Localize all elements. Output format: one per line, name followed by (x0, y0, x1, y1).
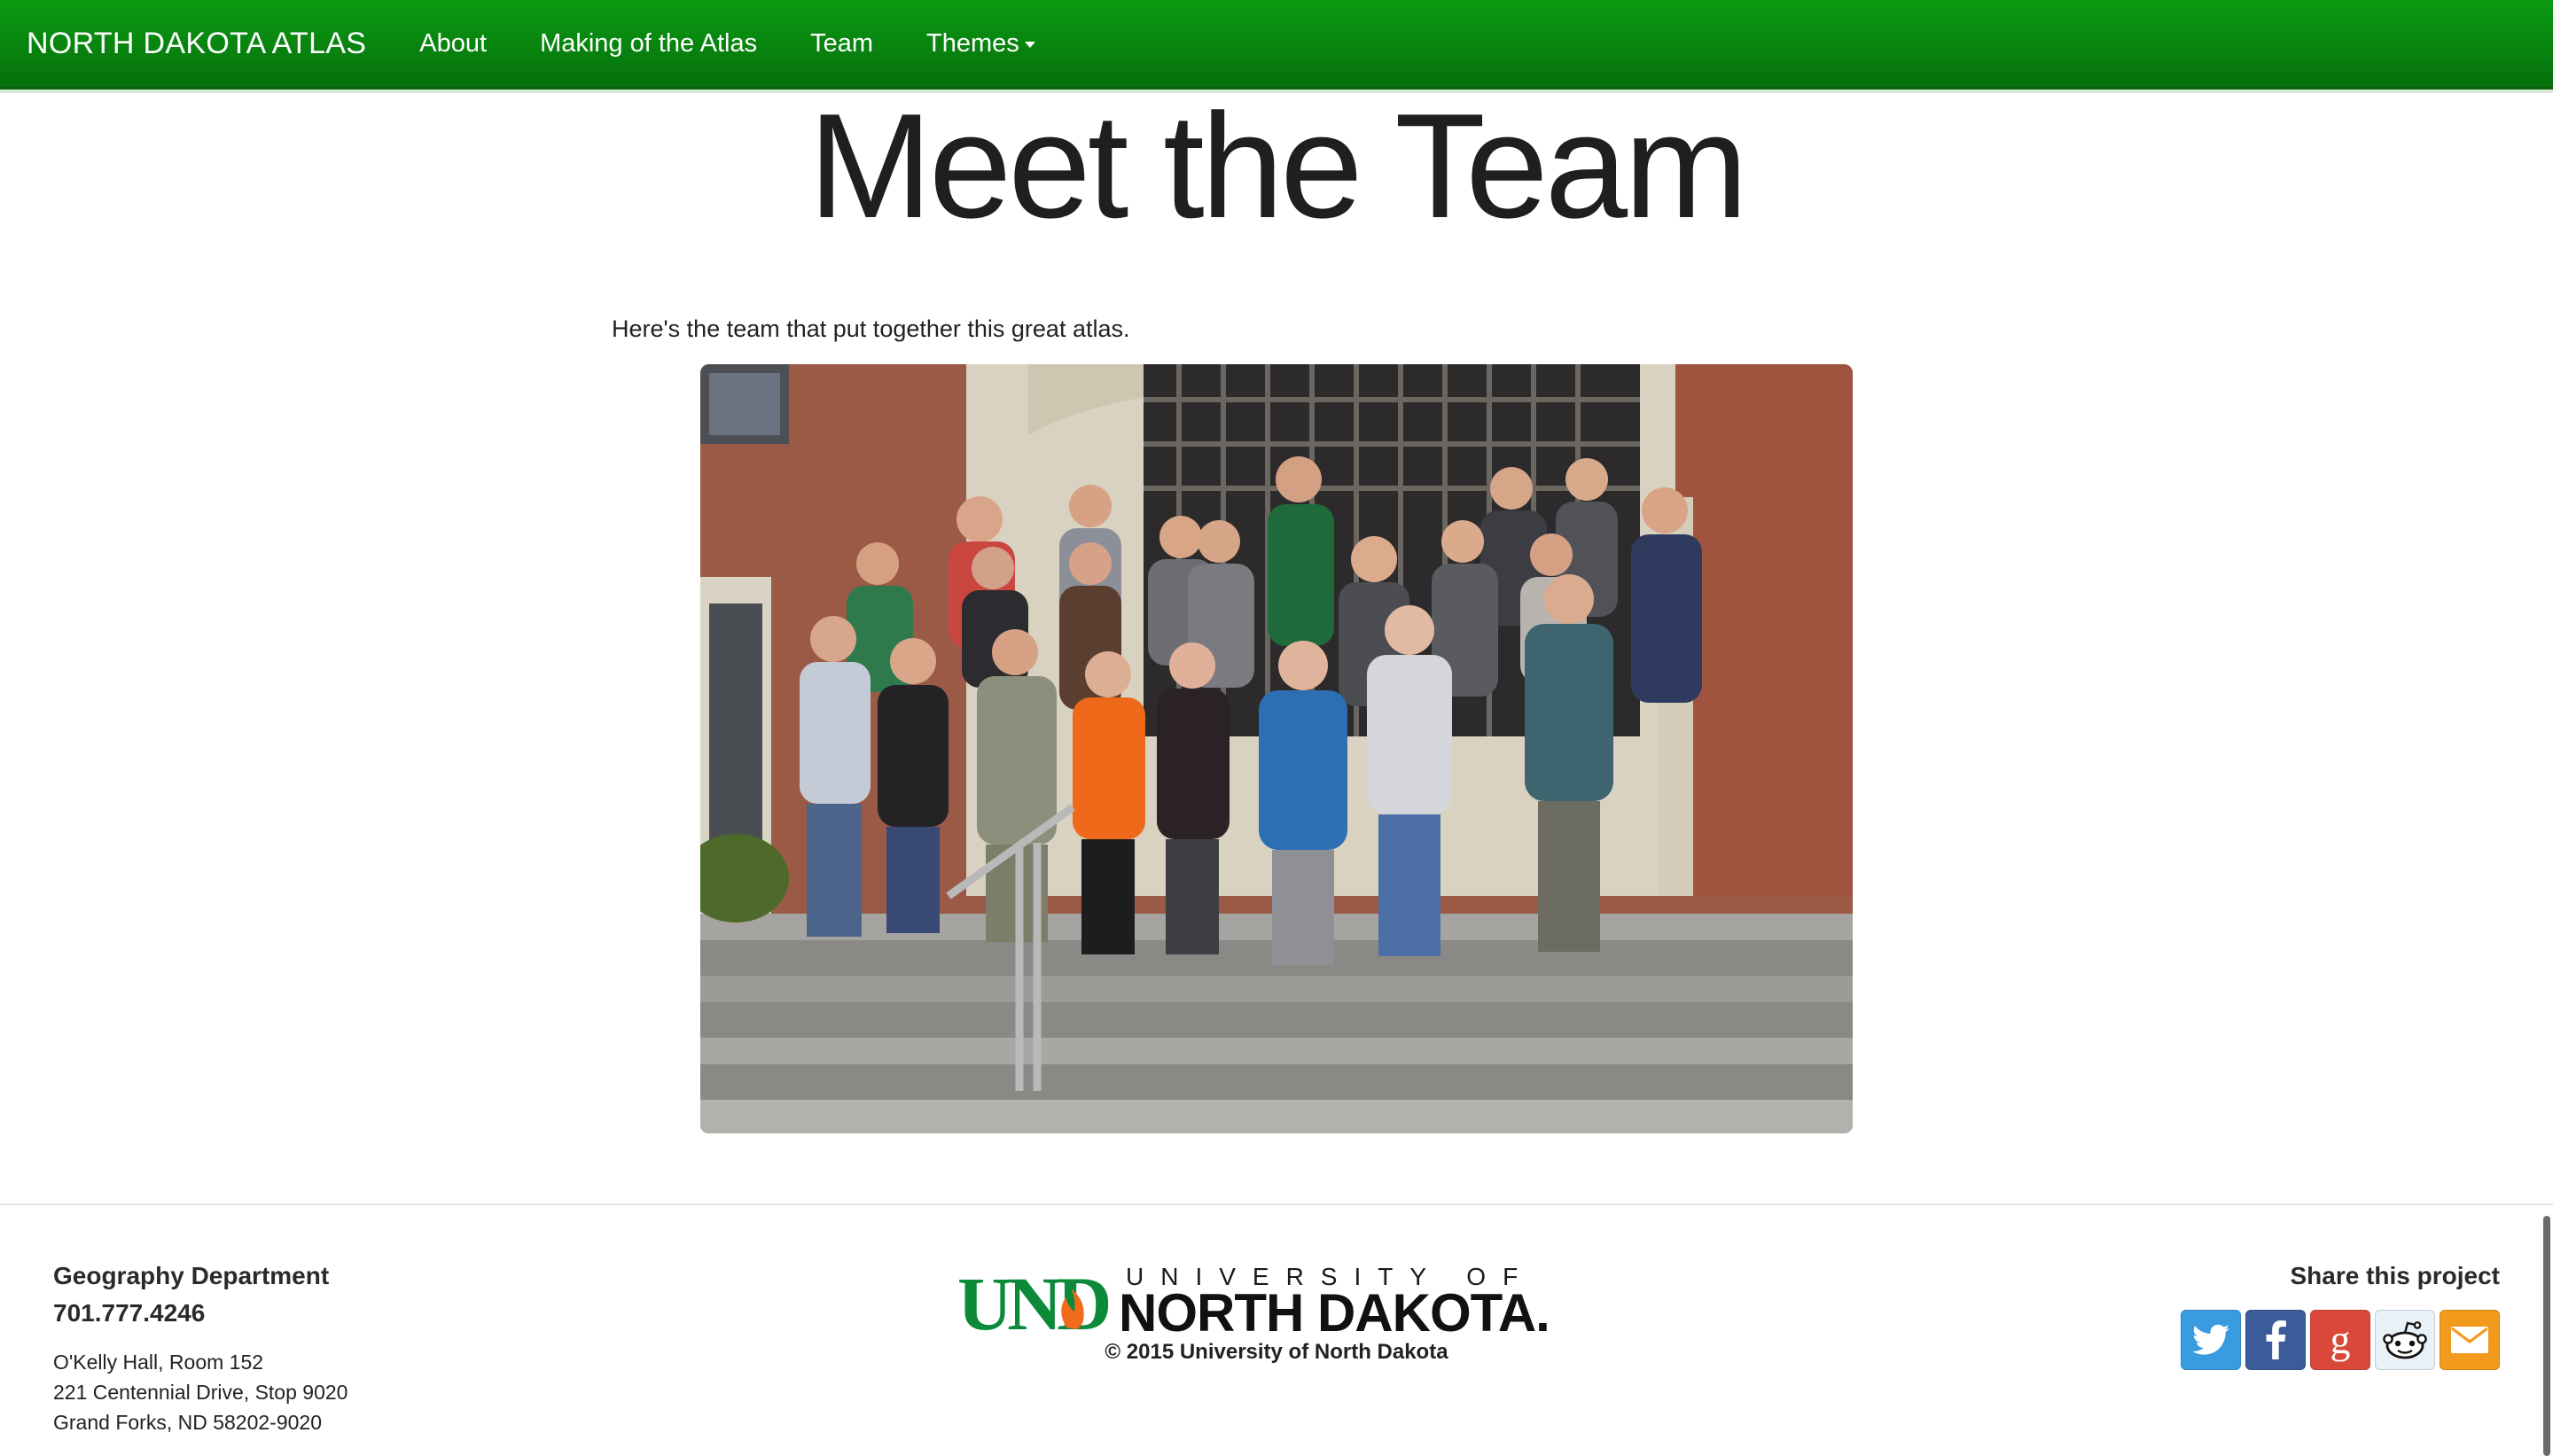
address-line: 221 Centennial Drive, Stop 9020 (53, 1381, 348, 1404)
nav-making-of-atlas[interactable]: Making of the Atlas (540, 29, 757, 58)
share-block: Share this project g (2181, 1262, 2500, 1370)
email-share-button[interactable] (2440, 1310, 2500, 1370)
navbar: NORTH DAKOTA ATLAS About Making of the A… (0, 0, 2553, 90)
svg-text:NORTH DAKOTA.: NORTH DAKOTA. (1119, 1283, 1550, 1338)
twitter-icon (2192, 1324, 2229, 1355)
scrollbar-thumb[interactable] (2543, 1216, 2550, 1456)
footer-logo-block: UND UNIVERSITY OF NORTH DAKOTA. © 2015 U… (957, 1258, 1596, 1365)
caret-down-icon (1024, 41, 1035, 48)
nav-themes-label: Themes (926, 28, 1019, 58)
email-icon (2451, 1327, 2488, 1353)
nav-about-label: About (419, 28, 488, 58)
nav-about[interactable]: About (419, 29, 487, 58)
brand-link[interactable]: NORTH DAKOTA ATLAS (27, 27, 366, 61)
intro-text: Here's the team that put together this g… (612, 315, 1130, 342)
address-line: O'Kelly Hall, Room 152 (53, 1351, 264, 1374)
und-logo[interactable]: UND UNIVERSITY OF NORTH DAKOTA. (957, 1258, 1596, 1338)
nav-team-label: Team (810, 28, 874, 58)
reddit-share-button[interactable] (2375, 1310, 2435, 1370)
copyright-text: © 2015 University of North Dakota (1105, 1340, 1448, 1364)
team-photo (700, 364, 1853, 1133)
department-phone: 701.777.4246 (53, 1299, 206, 1327)
department-name: Geography Department (53, 1262, 330, 1289)
svg-text:UND: UND (957, 1261, 1108, 1338)
facebook-share-button[interactable] (2245, 1310, 2306, 1370)
page-title-text: Meet the Team (808, 82, 1748, 249)
nav-making-label: Making of the Atlas (540, 28, 758, 58)
footer-divider (0, 1203, 2553, 1205)
nav-team[interactable]: Team (810, 29, 873, 58)
reddit-icon (2383, 1321, 2427, 1359)
share-title: Share this project (2290, 1262, 2500, 1289)
nav-themes-dropdown[interactable]: Themes (926, 29, 1035, 58)
google-plus-icon: g (2330, 1317, 2351, 1362)
google-plus-share-button[interactable]: g (2310, 1310, 2370, 1370)
page-scrollbar[interactable] (2541, 0, 2553, 1456)
footer-contact: Geography Department 701.777.4246 O'Kell… (53, 1262, 347, 1437)
facebook-icon (2266, 1320, 2286, 1359)
address-line: Grand Forks, ND 58202-9020 (53, 1411, 322, 1434)
share-buttons: g (2181, 1310, 2500, 1370)
page-title: Meet the Team (0, 84, 2553, 248)
twitter-share-button[interactable] (2181, 1310, 2241, 1370)
